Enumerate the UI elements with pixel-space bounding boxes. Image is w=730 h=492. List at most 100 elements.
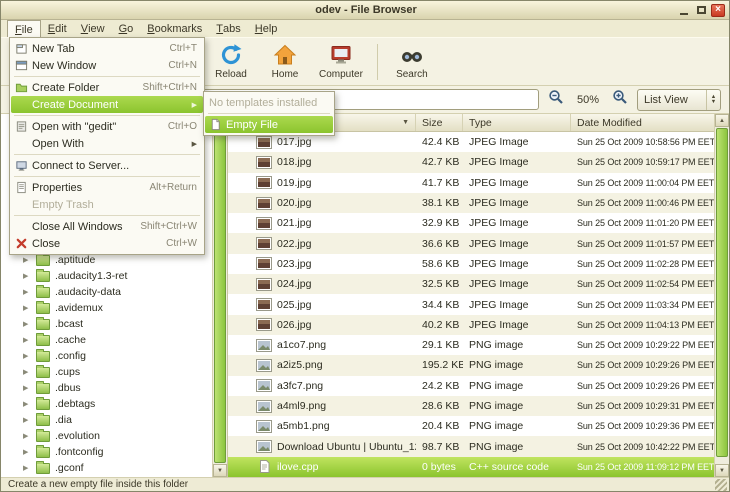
list-scrollbar-thumb[interactable] (716, 128, 728, 457)
menu-view[interactable]: View (74, 20, 112, 37)
column-header-date-modified[interactable]: Date Modified (571, 114, 714, 131)
reload-button[interactable]: Reload (204, 40, 258, 84)
scroll-up-icon[interactable]: ▲ (715, 114, 729, 127)
home-button[interactable]: Home (258, 40, 312, 84)
menu-item-close-all-windows[interactable]: Close All WindowsShift+Ctrl+W (11, 218, 203, 235)
file-row-022-jpg[interactable]: 022.jpg36.6 KBJPEG ImageSun 25 Oct 2009 … (228, 233, 714, 253)
maximize-button[interactable] (694, 4, 708, 17)
file-row-018-jpg[interactable]: 018.jpg42.7 KBJPEG ImageSun 25 Oct 2009 … (228, 152, 714, 172)
menu-go[interactable]: Go (112, 20, 141, 37)
column-header-type[interactable]: Type (463, 114, 571, 131)
expander-icon[interactable]: ▶ (23, 272, 36, 280)
menu-item-label: No templates installed (209, 97, 327, 109)
titlebar[interactable]: odev - File Browser × (1, 1, 729, 20)
expander-icon[interactable]: ▶ (23, 320, 36, 328)
menu-item-create-folder[interactable]: Create FolderShift+Ctrl+N (11, 79, 203, 96)
expander-icon[interactable]: ▶ (23, 368, 36, 376)
file-row-025-jpg[interactable]: 025.jpg34.4 KBJPEG ImageSun 25 Oct 2009 … (228, 294, 714, 314)
file-type: PNG image (463, 359, 571, 371)
expander-icon[interactable]: ▶ (23, 384, 36, 392)
minimize-button[interactable] (677, 4, 691, 17)
file-row-a4ml9-png[interactable]: a4ml9.png28.6 KBPNG imageSun 25 Oct 2009… (228, 396, 714, 416)
computer-button[interactable]: Computer (312, 40, 370, 84)
file-size: 20.4 KB (416, 420, 463, 432)
file-row-023-jpg[interactable]: 023.jpg58.6 KBJPEG ImageSun 25 Oct 2009 … (228, 254, 714, 274)
file-row-019-jpg[interactable]: 019.jpg41.7 KBJPEG ImageSun 25 Oct 2009 … (228, 173, 714, 193)
file-name: 026.jpg (277, 319, 311, 331)
file-type: PNG image (463, 400, 571, 412)
menu-file[interactable]: File (7, 20, 41, 37)
menu-item-shortcut: Shift+Ctrl+N (143, 82, 197, 93)
file-row-ilove-cpp[interactable]: ilove.cpp0 bytesC++ source codeSun 25 Oc… (228, 457, 714, 477)
file-name: 017.jpg (277, 136, 311, 148)
tree-item-config[interactable]: ▶.config (1, 348, 212, 364)
tree-item-gconf[interactable]: ▶.gconf (1, 460, 212, 476)
file-row-a2iz5-png[interactable]: a2iz5.png195.2 KBPNG imageSun 25 Oct 200… (228, 355, 714, 375)
file-name: 025.jpg (277, 299, 311, 311)
view-mode-select[interactable]: List View ▲▼ (637, 89, 721, 111)
tree-item-cups[interactable]: ▶.cups (1, 364, 212, 380)
menu-help[interactable]: Help (248, 20, 285, 37)
tree-item-dia[interactable]: ▶.dia (1, 412, 212, 428)
expander-icon[interactable]: ▶ (23, 400, 36, 408)
file-row-026-jpg[interactable]: 026.jpg40.2 KBJPEG ImageSun 25 Oct 2009 … (228, 315, 714, 335)
file-type: JPEG Image (463, 177, 571, 189)
scroll-down-icon[interactable]: ▼ (213, 464, 227, 477)
tree-item-audacity1-3-ret[interactable]: ▶.audacity1.3-ret (1, 268, 212, 284)
menu-tabs[interactable]: Tabs (209, 20, 247, 37)
file-modified: Sun 25 Oct 2009 10:42:22 PM EET (571, 442, 714, 452)
menu-item-open-with-gedit[interactable]: Open with "gedit"Ctrl+O (11, 118, 203, 135)
file-row-024-jpg[interactable]: 024.jpg32.5 KBJPEG ImageSun 25 Oct 2009 … (228, 274, 714, 294)
scroll-down-icon[interactable]: ▼ (715, 464, 729, 477)
folder-icon (36, 399, 50, 410)
close-window-button[interactable]: × (711, 4, 725, 17)
search-button[interactable]: Search (385, 40, 439, 84)
file-row-021-jpg[interactable]: 021.jpg32.9 KBJPEG ImageSun 25 Oct 2009 … (228, 213, 714, 233)
menu-item-close[interactable]: CloseCtrl+W (11, 235, 203, 252)
sidebar-scrollbar[interactable]: ▲ ▼ (212, 114, 227, 477)
menu-item-empty-file[interactable]: Empty File (205, 116, 333, 133)
menu-item-new-tab[interactable]: New TabCtrl+T (11, 40, 203, 57)
expander-icon[interactable]: ▶ (23, 416, 36, 424)
file-row-a5mb1-png[interactable]: a5mb1.png20.4 KBPNG imageSun 25 Oct 2009… (228, 416, 714, 436)
tree-item-bcast[interactable]: ▶.bcast (1, 316, 212, 332)
menu-edit[interactable]: Edit (41, 20, 74, 37)
list-scrollbar[interactable]: ▲ ▼ (714, 114, 729, 477)
tree-item-audacity-data[interactable]: ▶.audacity-data (1, 284, 212, 300)
menu-item-new-window[interactable]: New WindowCtrl+N (11, 57, 203, 74)
status-text: Create a new empty file inside this fold… (8, 479, 188, 490)
menu-item-open-with[interactable]: Open With▶ (11, 135, 203, 152)
menu-item-properties[interactable]: PropertiesAlt+Return (11, 179, 203, 196)
file-row-020-jpg[interactable]: 020.jpg38.1 KBJPEG ImageSun 25 Oct 2009 … (228, 193, 714, 213)
menu-item-create-document[interactable]: Create Document▶ (11, 96, 203, 113)
zoom-out-button[interactable] (545, 89, 567, 111)
file-row-a1co7-png[interactable]: a1co7.png29.1 KBPNG imageSun 25 Oct 2009… (228, 335, 714, 355)
tree-item-debtags[interactable]: ▶.debtags (1, 396, 212, 412)
expander-icon[interactable]: ▶ (23, 432, 36, 440)
tree-item-avidemux[interactable]: ▶.avidemux (1, 300, 212, 316)
zoom-in-button[interactable] (609, 89, 631, 111)
expander-icon[interactable]: ▶ (23, 336, 36, 344)
expander-icon[interactable]: ▶ (23, 288, 36, 296)
expander-icon[interactable]: ▶ (23, 304, 36, 312)
tree-item-fontconfig[interactable]: ▶.fontconfig (1, 444, 212, 460)
resize-grip-icon[interactable] (715, 479, 727, 491)
tree-item-cache[interactable]: ▶.cache (1, 332, 212, 348)
file-row-a3fc7-png[interactable]: a3fc7.png24.2 KBPNG imageSun 25 Oct 2009… (228, 376, 714, 396)
tree-item-evolution[interactable]: ▶.evolution (1, 428, 212, 444)
menu-item-connect-to-server[interactable]: Connect to Server... (11, 157, 203, 174)
file-row-download-ubuntu-ubuntu-12565[interactable]: Download Ubuntu | Ubuntu_12565...98.7 KB… (228, 436, 714, 456)
file-modified: Sun 25 Oct 2009 11:09:12 PM EET (571, 462, 714, 472)
menu-bookmarks[interactable]: Bookmarks (140, 20, 209, 37)
menu-item-no-templates-installed: No templates installed (205, 94, 333, 111)
expander-icon[interactable]: ▶ (23, 352, 36, 360)
expander-icon[interactable]: ▶ (23, 448, 36, 456)
column-header-size[interactable]: Size (416, 114, 463, 131)
window-title: odev - File Browser (55, 4, 677, 16)
expander-icon[interactable]: ▶ (23, 256, 36, 264)
tree-item-dbus[interactable]: ▶.dbus (1, 380, 212, 396)
sidebar-scrollbar-thumb[interactable] (214, 128, 226, 463)
menu-item-shortcut: Alt+Return (149, 182, 197, 193)
file-list: Name▼SizeTypeDate Modified 017.jpg42.4 K… (228, 114, 714, 477)
expander-icon[interactable]: ▶ (23, 464, 36, 472)
